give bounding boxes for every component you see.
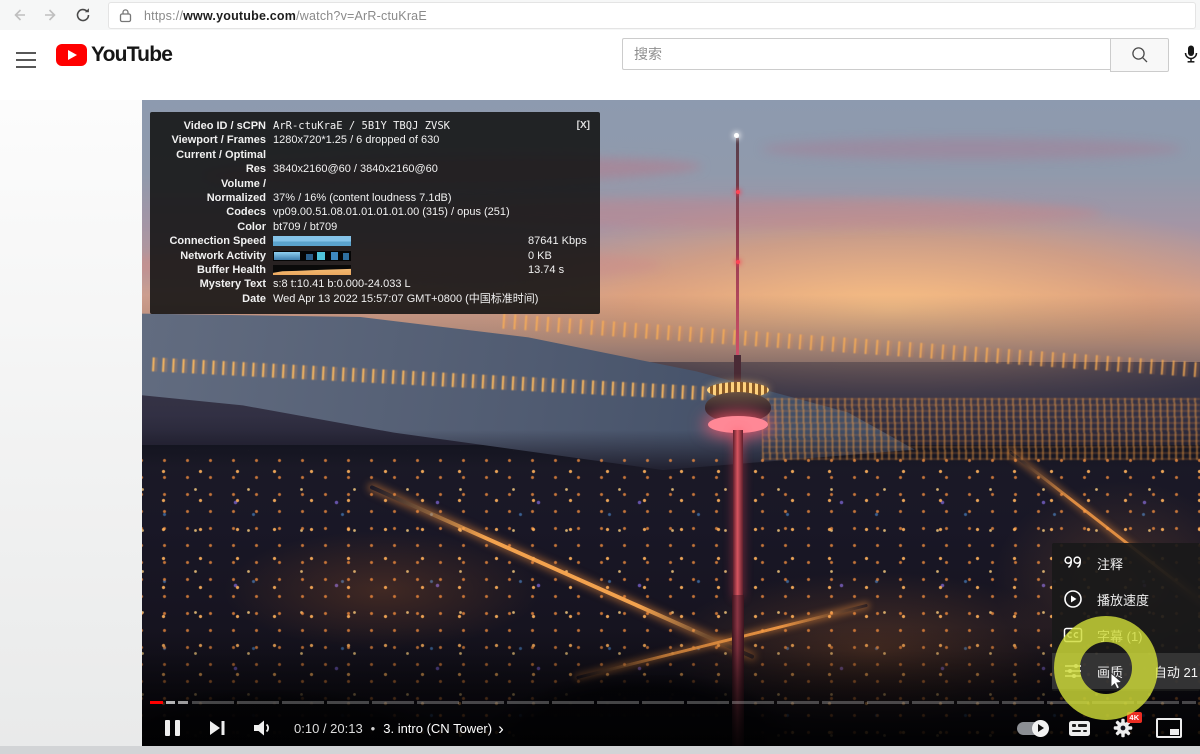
playback-speed-icon xyxy=(1062,588,1084,610)
next-icon xyxy=(209,720,227,736)
buffer-health-chart xyxy=(273,265,351,275)
stat-value: s:8 t:10.41 b:0.000-24.033 L xyxy=(273,277,411,291)
youtube-wordmark: YouTube xyxy=(91,43,172,67)
stat-right-value: 13.74 s xyxy=(528,263,564,277)
page-bottom-strip xyxy=(0,746,1200,754)
progress-buffered xyxy=(178,701,188,704)
stat-label: Color xyxy=(160,220,266,234)
browser-toolbar: https://www.youtube.com/watch?v=ArR-ctuK… xyxy=(0,0,1200,31)
connection-speed-chart xyxy=(273,236,351,246)
volume-button[interactable] xyxy=(252,719,274,737)
stats-for-nerds-panel: [X] Video ID / sCPNArR-ctuKraE / 5B1Y TB… xyxy=(150,112,600,314)
pause-button[interactable] xyxy=(162,718,182,738)
stat-value: vp09.00.51.08.01.01.01.01.00 (315) / opu… xyxy=(273,205,510,219)
progress-buffered xyxy=(166,701,175,704)
menu-item-annotations[interactable]: 注释 xyxy=(1052,545,1200,581)
network-activity-chart xyxy=(273,251,351,261)
miniplayer-inner-rect xyxy=(1170,729,1179,735)
stat-value: 1280x720*1.25 / 6 dropped of 630 xyxy=(273,133,439,147)
browser-back-button[interactable] xyxy=(8,4,30,26)
quality-current-value: 自动 21 xyxy=(1154,662,1200,681)
next-button[interactable] xyxy=(208,720,228,736)
cn-tower-shaft xyxy=(733,430,743,598)
browser-refresh-button[interactable] xyxy=(72,4,94,26)
youtube-logo[interactable]: YouTube xyxy=(56,43,172,67)
refresh-icon xyxy=(74,6,92,24)
menu-item-playback-speed[interactable]: 播放速度 xyxy=(1052,581,1200,617)
chevron-right-icon: › xyxy=(498,722,504,735)
mic-icon xyxy=(1180,43,1200,65)
miniplayer-button[interactable] xyxy=(1156,718,1182,738)
progress-chapters xyxy=(192,701,1196,704)
settings-button[interactable]: 4K xyxy=(1112,717,1134,739)
time-display: 0:10 / 20:13 xyxy=(294,721,363,736)
search-icon xyxy=(1130,45,1150,65)
player-control-bar: 0:10 / 20:13 • 3. intro (CN Tower) › xyxy=(142,710,1200,746)
stat-value: 37% / 16% (content loudness 7.1dB) xyxy=(273,191,452,205)
mouse-cursor xyxy=(1110,672,1124,697)
stat-label: Viewport / Frames xyxy=(160,133,266,147)
stat-label: Mystery Text xyxy=(160,277,266,291)
mic-button[interactable] xyxy=(1177,40,1200,68)
page-background xyxy=(0,100,142,746)
stat-label: Codecs xyxy=(160,205,266,219)
stat-label: Date xyxy=(160,292,266,306)
url-scheme: https:// xyxy=(144,9,183,23)
chapter-button[interactable]: • 3. intro (CN Tower) › xyxy=(371,721,504,736)
annotations-icon xyxy=(1062,552,1084,574)
stat-label: Res xyxy=(160,162,266,176)
chapter-separator: • xyxy=(371,721,376,736)
stat-label: Current / Optimal xyxy=(160,148,266,162)
stat-label: Connection Speed xyxy=(160,234,266,248)
click-highlight-ring xyxy=(1054,616,1158,720)
url-bar[interactable]: https://www.youtube.com/watch?v=ArR-ctuK… xyxy=(108,2,1196,29)
stat-label: Volume / xyxy=(160,177,266,191)
right-controls: 4K xyxy=(1017,717,1200,739)
autoplay-knob-play-icon xyxy=(1032,720,1049,737)
hamburger-menu-button[interactable] xyxy=(16,52,36,68)
url-host: www.youtube.com xyxy=(183,9,296,23)
stat-label: Video ID / sCPN xyxy=(160,119,266,133)
youtube-play-icon xyxy=(56,44,87,66)
stat-right-value: 87641 Kbps xyxy=(528,234,587,248)
stat-value: 3840x2160@60 / 3840x2160@60 xyxy=(273,162,438,176)
arrow-right-icon xyxy=(42,6,60,24)
youtube-header: YouTube xyxy=(0,30,1200,100)
stat-value: ArR-ctuKraE / 5B1Y TBQJ ZVSK xyxy=(273,119,450,133)
video-player[interactable]: [X] Video ID / sCPNArR-ctuKraE / 5B1Y TB… xyxy=(142,100,1200,746)
stat-value: Wed Apr 13 2022 15:57:07 GMT+0800 (中国标准时… xyxy=(273,292,538,306)
url-text: https://www.youtube.com/watch?v=ArR-ctuK… xyxy=(144,9,427,23)
cn-tower-beacon xyxy=(736,260,740,264)
search-input[interactable] xyxy=(622,38,1110,70)
progress-bar[interactable] xyxy=(150,701,1196,704)
stat-label: Normalized xyxy=(160,191,266,205)
stat-value: bt709 / bt709 xyxy=(273,220,337,234)
url-path: /watch?v=ArR-ctuKraE xyxy=(296,9,427,23)
chapter-title: 3. intro (CN Tower) xyxy=(383,721,492,736)
menu-item-label: 播放速度 xyxy=(1097,590,1149,609)
progress-played xyxy=(150,701,163,704)
subtitles-button[interactable] xyxy=(1069,721,1090,736)
cn-tower-spire xyxy=(736,138,739,362)
menu-item-label: 注释 xyxy=(1097,554,1123,573)
cn-tower-tip-light xyxy=(734,133,739,138)
cloud xyxy=(762,138,1182,160)
stat-right-value: 0 KB xyxy=(528,249,552,263)
arrow-left-icon xyxy=(10,6,28,24)
search-button[interactable] xyxy=(1110,38,1169,72)
autoplay-toggle[interactable] xyxy=(1017,722,1047,735)
browser-forward-button[interactable] xyxy=(40,4,62,26)
stat-label: Network Activity xyxy=(160,249,266,263)
volume-icon xyxy=(253,719,273,737)
stat-label: Buffer Health xyxy=(160,263,266,277)
cn-tower-beacon xyxy=(736,190,740,194)
lock-icon xyxy=(119,8,132,23)
